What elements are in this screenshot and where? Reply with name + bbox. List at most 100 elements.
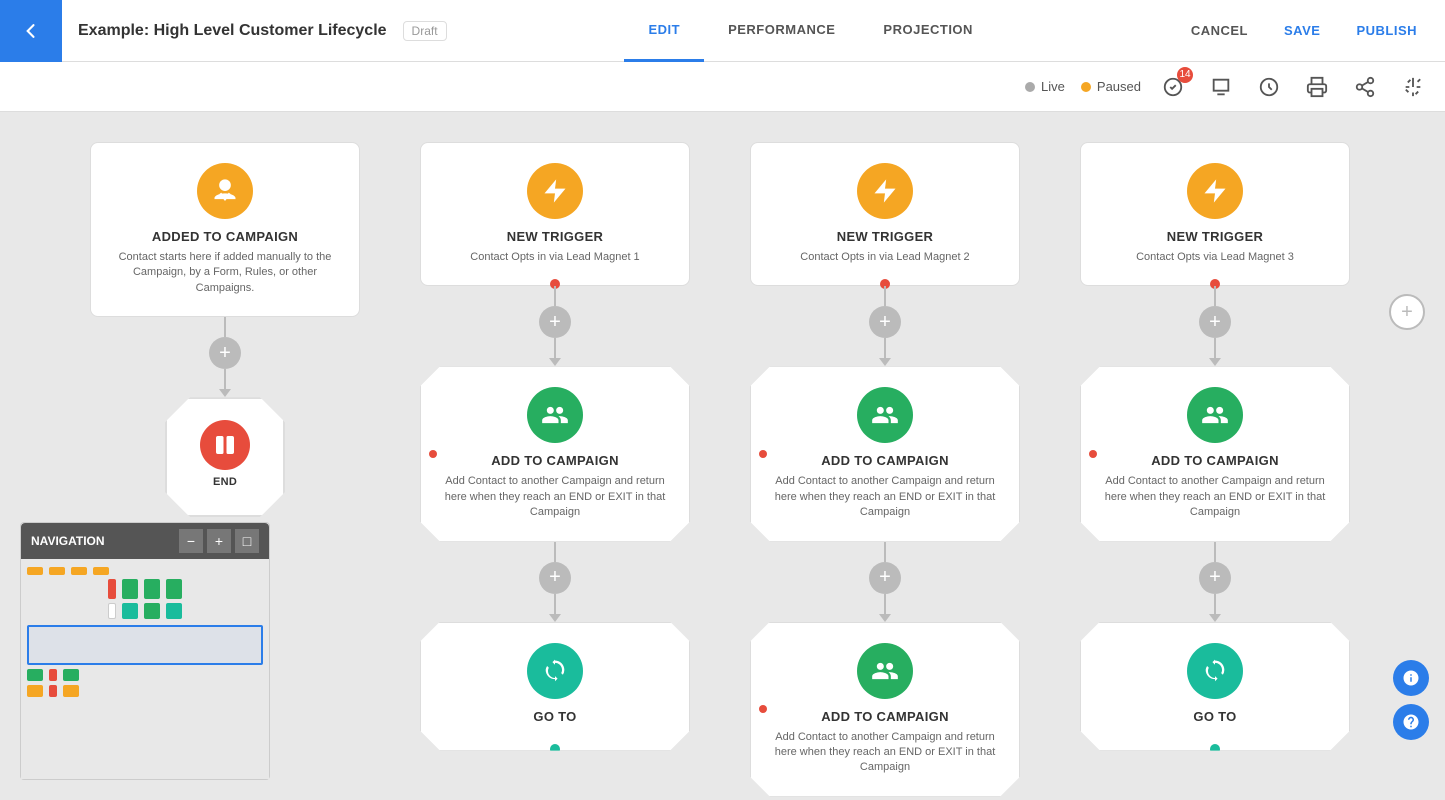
nav-panel-title: NAVIGATION [31, 534, 105, 548]
add-campaign-icon-2-1 [527, 387, 583, 443]
nav-tabs: EDIT PERFORMANCE PROJECTION [447, 0, 1175, 62]
connector-1-1: + [209, 317, 241, 397]
publish-button[interactable]: PUBLISH [1340, 0, 1433, 62]
draft-badge: Draft [403, 21, 447, 41]
toolbar-icons: 14 [1157, 71, 1429, 103]
share-icon[interactable] [1349, 71, 1381, 103]
goto-icon-4 [1187, 643, 1243, 699]
nav-actions: CANCEL SAVE PUBLISH [1175, 0, 1445, 62]
add-campaign-node-3-2[interactable]: ADD TO CAMPAIGN Add Contact to another C… [750, 622, 1020, 797]
add-campaign-icon-3-1 [857, 387, 913, 443]
add-campaign-icon-4-1 [1187, 387, 1243, 443]
add-campaign-node-2-1[interactable]: ADD TO CAMPAIGN Add Contact to another C… [420, 366, 690, 541]
paused-dot [1081, 82, 1091, 92]
connector-2-2: + [539, 542, 571, 622]
goto-title-2: GO TO [533, 709, 576, 724]
add-campaign-node-4-1[interactable]: ADD TO CAMPAIGN Add Contact to another C… [1080, 366, 1350, 541]
trigger-desc-2: Contact Opts in via Lead Magnet 1 [470, 250, 639, 265]
add-campaign-desc-2-1: Add Contact to another Campaign and retu… [437, 474, 673, 520]
live-label: Live [1041, 79, 1065, 94]
add-step-button-4-1[interactable]: + [1199, 306, 1231, 338]
trigger-icon-2 [527, 163, 583, 219]
connector-4-1: + [1199, 286, 1231, 366]
end-node[interactable]: END [165, 397, 285, 517]
print-icon[interactable] [1301, 71, 1333, 103]
tab-performance[interactable]: PERFORMANCE [704, 0, 859, 62]
cancel-button[interactable]: CANCEL [1175, 0, 1264, 62]
goto-node-2[interactable]: GO TO [420, 622, 690, 751]
toolbar: Live Paused 14 [0, 62, 1445, 112]
live-status: Live [1025, 79, 1065, 94]
workflow-canvas: ADDED TO CAMPAIGN Contact starts here if… [0, 112, 1445, 800]
paused-label: Paused [1097, 79, 1141, 94]
trigger-desc-3: Contact Opts in via Lead Magnet 2 [800, 250, 969, 265]
add-column-button[interactable]: + [1389, 294, 1425, 330]
add-step-button-3-2[interactable]: + [869, 562, 901, 594]
goto-dot-4 [1210, 744, 1220, 754]
connector-3-2: + [869, 542, 901, 622]
zoom-out-button[interactable]: − [179, 529, 203, 553]
add-step-button-2-1[interactable]: + [539, 306, 571, 338]
add-campaign-title-2-1: ADD TO CAMPAIGN [491, 453, 619, 468]
trigger-title-2: NEW TRIGGER [507, 229, 603, 244]
help-button[interactable] [1393, 704, 1429, 740]
trigger-icon-3 [857, 163, 913, 219]
top-navbar: Example: High Level Customer Lifecycle D… [0, 0, 1445, 62]
goto-title-4: GO TO [1193, 709, 1236, 724]
live-dot [1025, 82, 1035, 92]
connector-4-2: + [1199, 542, 1231, 622]
end-title: END [213, 476, 237, 488]
add-campaign-node-3-1[interactable]: ADD TO CAMPAIGN Add Contact to another C… [750, 366, 1020, 541]
connector-2-1: + [539, 286, 571, 366]
flow-column-4: NEW TRIGGER Contact Opts via Lead Magnet… [1050, 142, 1380, 797]
goto-dot-2 [550, 744, 560, 754]
goto-node-4[interactable]: GO TO [1080, 622, 1350, 751]
add-campaign-desc-3-1: Add Contact to another Campaign and retu… [767, 474, 1003, 520]
add-campaign-title-3-1: ADD TO CAMPAIGN [821, 453, 949, 468]
connector-3-1: + [869, 286, 901, 366]
navigation-panel: NAVIGATION − + □ [20, 522, 270, 780]
add-campaign-icon-3-2 [857, 643, 913, 699]
add-step-button-3-1[interactable]: + [869, 306, 901, 338]
trigger-desc-4: Contact Opts via Lead Magnet 3 [1136, 250, 1294, 265]
trigger-title-4: NEW TRIGGER [1167, 229, 1263, 244]
checkmark-icon[interactable]: 14 [1157, 71, 1189, 103]
trigger-title-1: ADDED TO CAMPAIGN [152, 229, 298, 244]
add-campaign-title-4-1: ADD TO CAMPAIGN [1151, 453, 1279, 468]
trigger-node-1[interactable]: ADDED TO CAMPAIGN Contact starts here if… [90, 142, 360, 317]
tab-edit[interactable]: EDIT [624, 0, 704, 62]
trigger-node-4[interactable]: NEW TRIGGER Contact Opts via Lead Magnet… [1080, 142, 1350, 286]
badge: 14 [1177, 67, 1193, 83]
save-button[interactable]: SAVE [1268, 0, 1336, 62]
flow-column-3: NEW TRIGGER Contact Opts in via Lead Mag… [720, 142, 1050, 797]
trigger-title-3: NEW TRIGGER [837, 229, 933, 244]
end-icon [200, 420, 250, 470]
nav-panel-controls: − + □ [179, 529, 259, 553]
info-button[interactable] [1393, 660, 1429, 696]
pin-icon[interactable] [1397, 71, 1429, 103]
flow-column-2: NEW TRIGGER Contact Opts in via Lead Mag… [390, 142, 720, 797]
history-icon[interactable] [1253, 71, 1285, 103]
trigger-icon-1 [197, 163, 253, 219]
add-campaign-desc-3-2: Add Contact to another Campaign and retu… [767, 730, 1003, 776]
add-step-button-4-2[interactable]: + [1199, 562, 1231, 594]
zoom-in-button[interactable]: + [207, 529, 231, 553]
trigger-node-2[interactable]: NEW TRIGGER Contact Opts in via Lead Mag… [420, 142, 690, 286]
trigger-node-3[interactable]: NEW TRIGGER Contact Opts in via Lead Mag… [750, 142, 1020, 286]
add-step-button-2-2[interactable]: + [539, 562, 571, 594]
goto-icon-2 [527, 643, 583, 699]
nav-panel-content [21, 559, 269, 779]
fit-view-button[interactable]: □ [235, 529, 259, 553]
nav-panel-header: NAVIGATION − + □ [21, 523, 269, 559]
add-campaign-desc-4-1: Add Contact to another Campaign and retu… [1097, 474, 1333, 520]
add-step-button-1-1[interactable]: + [209, 337, 241, 369]
status-area: Live Paused [1025, 79, 1141, 94]
back-button[interactable] [0, 0, 62, 62]
tab-projection[interactable]: PROJECTION [859, 0, 997, 62]
campaign-title: Example: High Level Customer Lifecycle [62, 22, 403, 40]
trigger-icon-4 [1187, 163, 1243, 219]
paused-status: Paused [1081, 79, 1141, 94]
fab-buttons [1393, 660, 1429, 740]
trigger-desc-1: Contact starts here if added manually to… [107, 250, 343, 296]
message-icon[interactable] [1205, 71, 1237, 103]
